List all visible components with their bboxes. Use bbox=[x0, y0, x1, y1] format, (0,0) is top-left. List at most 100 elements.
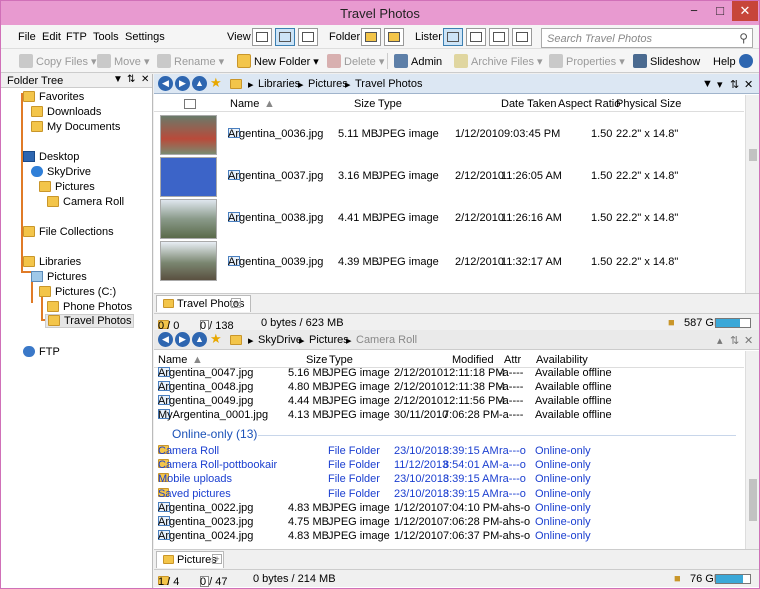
folder-option-1-button[interactable] bbox=[361, 28, 381, 46]
menu-file[interactable]: File bbox=[18, 31, 36, 43]
favorite-star-icon[interactable]: ★ bbox=[210, 75, 222, 91]
tree-desktop[interactable]: Desktop bbox=[23, 151, 79, 163]
table-row[interactable]: Camera Roll File Folder 23/10/2013 8:39:15 … bbox=[154, 445, 744, 459]
crumb-pictures[interactable]: Pictures bbox=[309, 334, 349, 346]
table-row[interactable]: Argentina_0048.jpg 4.80 MB JPEG image 2/12/… bbox=[154, 381, 744, 395]
table-row[interactable]: Argentina_0049.jpg 4.44 MB JPEG image 2/12/… bbox=[154, 395, 744, 409]
menu-ftp[interactable]: FTP bbox=[66, 31, 87, 43]
help-button[interactable]: Help bbox=[713, 54, 756, 68]
table-row[interactable]: Argentina_0022.jpg 4.83 MB JPEG image 1/12/… bbox=[154, 501, 744, 516]
crumb-camera-roll[interactable]: Camera Roll bbox=[356, 334, 417, 346]
col-aspect-ratio[interactable]: Aspect Ratio bbox=[558, 98, 620, 110]
tree-pictures-c[interactable]: Pictures (C:) bbox=[39, 286, 116, 298]
table-row[interactable]: Argentina_0024.jpg 4.83 MB JPEG image 1/12/… bbox=[154, 530, 744, 544]
crumb-pictures[interactable]: Pictures bbox=[308, 78, 348, 90]
table-row[interactable]: Argentina_0023.jpg 4.75 MB JPEG image 1/12/… bbox=[154, 516, 744, 530]
menu-folder[interactable]: Folder bbox=[329, 31, 360, 43]
move-button[interactable]: Move ▾ bbox=[97, 54, 149, 68]
menu-settings[interactable]: Settings bbox=[125, 31, 165, 43]
minimize-button[interactable]: − bbox=[681, 1, 707, 21]
back-arrow-icon[interactable]: ◀ bbox=[158, 332, 173, 347]
delete-button[interactable]: Delete ▾ bbox=[327, 54, 384, 68]
pane-close-icon[interactable]: ✕ bbox=[744, 334, 753, 347]
view-thumbnails-button[interactable] bbox=[298, 28, 318, 46]
menu-lister[interactable]: Lister bbox=[415, 31, 442, 43]
table-row[interactable]: Argentina_0047.jpg 5.16 MB JPEG image 2/12/… bbox=[154, 367, 744, 381]
slideshow-button[interactable]: Slideshow bbox=[633, 54, 700, 68]
up-arrow-icon[interactable]: ▲ bbox=[192, 76, 207, 91]
crumb-skydrive[interactable]: SkyDrive bbox=[258, 334, 302, 346]
forward-arrow-icon[interactable]: ▶ bbox=[175, 76, 190, 91]
archive-files-button[interactable]: Archive Files ▾ bbox=[454, 54, 543, 68]
lister-dual-button[interactable] bbox=[466, 28, 486, 46]
tree-travel-photos[interactable]: Travel Photos bbox=[45, 314, 135, 328]
new-tab-button[interactable]: + bbox=[212, 554, 222, 564]
folder-option-2-button[interactable] bbox=[384, 28, 404, 46]
tree-favorites[interactable]: Favorites bbox=[23, 91, 84, 103]
table-row[interactable]: Argentina_0037.jpg 3.16 MB JPEG image 2/… bbox=[154, 156, 744, 198]
pane-close-icon[interactable]: ✕ bbox=[744, 78, 753, 91]
back-arrow-icon[interactable]: ◀ bbox=[158, 76, 173, 91]
table-row[interactable]: Argentina_0039.jpg 4.39 MB JPEG image 2/… bbox=[154, 240, 744, 282]
top-pane-scrollbar[interactable] bbox=[745, 95, 759, 293]
lister-single-button[interactable] bbox=[443, 28, 463, 46]
table-row[interactable]: Argentina_0038.jpg 4.41 MB JPEG image 2/… bbox=[154, 198, 744, 240]
search-input[interactable]: Search Travel Photos bbox=[547, 33, 652, 45]
lister-viewer-button[interactable] bbox=[512, 28, 532, 46]
new-tab-button[interactable]: + bbox=[231, 298, 241, 308]
tree-pin-icon[interactable]: ▼ bbox=[113, 74, 123, 85]
tree-my-documents[interactable]: My Documents bbox=[31, 121, 120, 133]
scroll-thumb[interactable] bbox=[749, 149, 757, 161]
table-row[interactable]: MyArgentina_0001.jpg 4.13 MB JPEG image 30/… bbox=[154, 409, 744, 423]
rename-button[interactable]: Rename ▾ bbox=[157, 54, 224, 68]
tree-sync-icon[interactable]: ⇅ bbox=[127, 74, 135, 85]
lister-tree-button[interactable] bbox=[489, 28, 509, 46]
view-power-button[interactable] bbox=[275, 28, 295, 46]
new-folder-button[interactable]: New Folder ▾ bbox=[237, 54, 319, 68]
properties-button[interactable]: Properties ▾ bbox=[549, 54, 625, 68]
table-row[interactable]: Argentina_0036.jpg 5.11 MB JPEG image 1/… bbox=[154, 114, 744, 156]
group-header-online-only[interactable]: Online-only (13) bbox=[172, 427, 257, 441]
col-size[interactable]: Size bbox=[354, 98, 375, 110]
col-date-taken[interactable]: Date Taken bbox=[501, 98, 556, 110]
table-row[interactable]: Saved pictures File Folder 23/10/2013 8:39:… bbox=[154, 487, 744, 502]
tree-libraries[interactable]: Libraries bbox=[23, 256, 81, 268]
menu-tools[interactable]: Tools bbox=[93, 31, 119, 43]
location-dropdown-icon[interactable]: ▼ bbox=[702, 78, 713, 90]
up-arrow-icon[interactable]: ▲ bbox=[192, 332, 207, 347]
admin-button[interactable]: Admin bbox=[394, 54, 442, 68]
tree-skydrive[interactable]: SkyDrive bbox=[31, 166, 91, 178]
col-physical-size[interactable]: Physical Size bbox=[616, 98, 681, 110]
pane-swap-icon[interactable]: ⇅ bbox=[730, 78, 739, 91]
tree-phone-photos[interactable]: Phone Photos bbox=[47, 301, 132, 313]
search-box[interactable]: Search Travel Photos ⚲ bbox=[541, 28, 753, 48]
crumb-libraries[interactable]: Libraries bbox=[258, 78, 300, 90]
copy-files-button[interactable]: Copy Files ▾ bbox=[19, 54, 97, 68]
favorite-star-icon[interactable]: ★ bbox=[210, 331, 222, 347]
col-modified[interactable]: Modified bbox=[452, 354, 494, 366]
tree-ftp[interactable]: FTP bbox=[23, 346, 60, 358]
pane-options-icon[interactable]: ▴ bbox=[717, 334, 723, 347]
forward-arrow-icon[interactable]: ▶ bbox=[175, 332, 190, 347]
tree-downloads[interactable]: Downloads bbox=[31, 106, 101, 118]
thumbnail-column-icon[interactable] bbox=[184, 99, 196, 109]
col-type[interactable]: Type bbox=[329, 354, 353, 366]
pane-options-icon[interactable]: ▾ bbox=[717, 78, 723, 91]
tree-file-collections[interactable]: File Collections bbox=[23, 226, 114, 238]
bottom-pane-scrollbar[interactable] bbox=[745, 351, 759, 549]
maximize-button[interactable]: □ bbox=[707, 1, 733, 21]
col-attr[interactable]: Attr bbox=[504, 354, 521, 366]
col-name[interactable]: Name bbox=[230, 98, 259, 110]
table-row[interactable]: Camera Roll-pottbookair File Folder 11/12/… bbox=[154, 459, 744, 473]
tree-library-pictures[interactable]: Pictures bbox=[31, 271, 87, 283]
menu-edit[interactable]: Edit bbox=[42, 31, 61, 43]
table-row[interactable]: Mobile uploads File Folder 23/10/2013 8:39:… bbox=[154, 473, 744, 487]
title-bar[interactable]: Travel Photos − □ ✕ bbox=[1, 1, 759, 25]
tree-camera-roll[interactable]: Camera Roll bbox=[47, 196, 124, 208]
tree-close-icon[interactable]: ✕ bbox=[141, 74, 149, 85]
view-details-button[interactable] bbox=[252, 28, 272, 46]
scroll-thumb[interactable] bbox=[749, 479, 757, 521]
tree-skydrive-pictures[interactable]: Pictures bbox=[39, 181, 95, 193]
search-icon[interactable]: ⚲ bbox=[739, 31, 748, 45]
menu-view[interactable]: View bbox=[227, 31, 251, 43]
